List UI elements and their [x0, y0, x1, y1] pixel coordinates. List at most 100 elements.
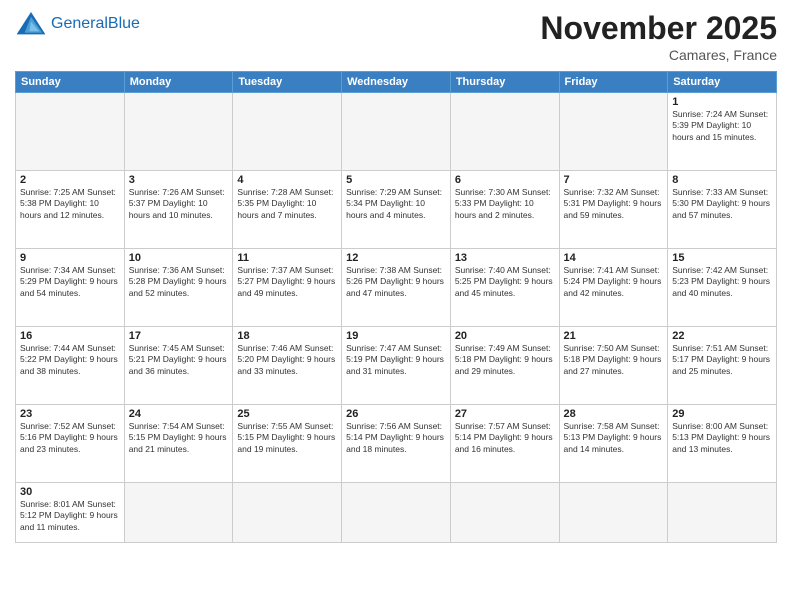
calendar-cell: 17Sunrise: 7:45 AM Sunset: 5:21 PM Dayli… — [124, 327, 233, 405]
calendar-cell: 2Sunrise: 7:25 AM Sunset: 5:38 PM Daylig… — [16, 171, 125, 249]
calendar-cell — [233, 483, 342, 543]
calendar-cell: 3Sunrise: 7:26 AM Sunset: 5:37 PM Daylig… — [124, 171, 233, 249]
calendar-cell: 10Sunrise: 7:36 AM Sunset: 5:28 PM Dayli… — [124, 249, 233, 327]
day-header-monday: Monday — [124, 72, 233, 93]
week-row-5: 23Sunrise: 7:52 AM Sunset: 5:16 PM Dayli… — [16, 405, 777, 483]
logo-icon — [15, 10, 47, 38]
day-number: 16 — [20, 330, 120, 342]
week-row-6: 30Sunrise: 8:01 AM Sunset: 5:12 PM Dayli… — [16, 483, 777, 543]
day-number: 15 — [672, 252, 772, 264]
calendar-cell: 16Sunrise: 7:44 AM Sunset: 5:22 PM Dayli… — [16, 327, 125, 405]
day-info: Sunrise: 7:41 AM Sunset: 5:24 PM Dayligh… — [564, 265, 664, 299]
day-info: Sunrise: 7:51 AM Sunset: 5:17 PM Dayligh… — [672, 343, 772, 377]
calendar-cell — [559, 483, 668, 543]
calendar-cell — [16, 93, 125, 171]
logo-blue: Blue — [108, 15, 140, 32]
logo-text: GeneralBlue — [51, 14, 140, 33]
calendar-cell: 28Sunrise: 7:58 AM Sunset: 5:13 PM Dayli… — [559, 405, 668, 483]
calendar-cell — [233, 93, 342, 171]
day-number: 13 — [455, 252, 555, 264]
calendar-cell: 14Sunrise: 7:41 AM Sunset: 5:24 PM Dayli… — [559, 249, 668, 327]
day-header-saturday: Saturday — [668, 72, 777, 93]
day-number: 23 — [20, 408, 120, 420]
day-number: 12 — [346, 252, 446, 264]
day-info: Sunrise: 7:26 AM Sunset: 5:37 PM Dayligh… — [129, 187, 229, 221]
day-number: 20 — [455, 330, 555, 342]
calendar-cell: 5Sunrise: 7:29 AM Sunset: 5:34 PM Daylig… — [342, 171, 451, 249]
calendar-cell: 12Sunrise: 7:38 AM Sunset: 5:26 PM Dayli… — [342, 249, 451, 327]
day-info: Sunrise: 7:32 AM Sunset: 5:31 PM Dayligh… — [564, 187, 664, 221]
day-number: 22 — [672, 330, 772, 342]
day-number: 30 — [20, 486, 120, 498]
day-info: Sunrise: 7:29 AM Sunset: 5:34 PM Dayligh… — [346, 187, 446, 221]
day-number: 14 — [564, 252, 664, 264]
day-info: Sunrise: 7:45 AM Sunset: 5:21 PM Dayligh… — [129, 343, 229, 377]
day-info: Sunrise: 7:56 AM Sunset: 5:14 PM Dayligh… — [346, 421, 446, 455]
calendar-cell: 21Sunrise: 7:50 AM Sunset: 5:18 PM Dayli… — [559, 327, 668, 405]
day-info: Sunrise: 7:44 AM Sunset: 5:22 PM Dayligh… — [20, 343, 120, 377]
day-info: Sunrise: 7:46 AM Sunset: 5:20 PM Dayligh… — [237, 343, 337, 377]
day-info: Sunrise: 8:01 AM Sunset: 5:12 PM Dayligh… — [20, 499, 120, 533]
calendar-cell: 24Sunrise: 7:54 AM Sunset: 5:15 PM Dayli… — [124, 405, 233, 483]
days-header-row: SundayMondayTuesdayWednesdayThursdayFrid… — [16, 72, 777, 93]
day-number: 26 — [346, 408, 446, 420]
day-info: Sunrise: 8:00 AM Sunset: 5:13 PM Dayligh… — [672, 421, 772, 455]
calendar-cell: 23Sunrise: 7:52 AM Sunset: 5:16 PM Dayli… — [16, 405, 125, 483]
calendar-cell — [342, 483, 451, 543]
day-number: 4 — [237, 174, 337, 186]
day-number: 25 — [237, 408, 337, 420]
day-info: Sunrise: 7:36 AM Sunset: 5:28 PM Dayligh… — [129, 265, 229, 299]
day-number: 8 — [672, 174, 772, 186]
calendar-cell: 26Sunrise: 7:56 AM Sunset: 5:14 PM Dayli… — [342, 405, 451, 483]
day-info: Sunrise: 7:28 AM Sunset: 5:35 PM Dayligh… — [237, 187, 337, 221]
day-info: Sunrise: 7:40 AM Sunset: 5:25 PM Dayligh… — [455, 265, 555, 299]
calendar-cell — [450, 483, 559, 543]
week-row-1: 1Sunrise: 7:24 AM Sunset: 5:39 PM Daylig… — [16, 93, 777, 171]
calendar-cell: 27Sunrise: 7:57 AM Sunset: 5:14 PM Dayli… — [450, 405, 559, 483]
calendar-cell: 4Sunrise: 7:28 AM Sunset: 5:35 PM Daylig… — [233, 171, 342, 249]
logo: GeneralBlue — [15, 10, 140, 38]
day-number: 19 — [346, 330, 446, 342]
calendar-cell: 25Sunrise: 7:55 AM Sunset: 5:15 PM Dayli… — [233, 405, 342, 483]
day-header-tuesday: Tuesday — [233, 72, 342, 93]
calendar-cell: 7Sunrise: 7:32 AM Sunset: 5:31 PM Daylig… — [559, 171, 668, 249]
calendar-cell: 11Sunrise: 7:37 AM Sunset: 5:27 PM Dayli… — [233, 249, 342, 327]
day-header-sunday: Sunday — [16, 72, 125, 93]
day-number: 9 — [20, 252, 120, 264]
calendar: SundayMondayTuesdayWednesdayThursdayFrid… — [15, 71, 777, 543]
calendar-cell: 29Sunrise: 8:00 AM Sunset: 5:13 PM Dayli… — [668, 405, 777, 483]
day-info: Sunrise: 7:25 AM Sunset: 5:38 PM Dayligh… — [20, 187, 120, 221]
week-row-3: 9Sunrise: 7:34 AM Sunset: 5:29 PM Daylig… — [16, 249, 777, 327]
day-header-friday: Friday — [559, 72, 668, 93]
day-number: 3 — [129, 174, 229, 186]
day-number: 18 — [237, 330, 337, 342]
calendar-cell: 8Sunrise: 7:33 AM Sunset: 5:30 PM Daylig… — [668, 171, 777, 249]
day-number: 28 — [564, 408, 664, 420]
month-title: November 2025 — [540, 10, 777, 47]
calendar-cell: 20Sunrise: 7:49 AM Sunset: 5:18 PM Dayli… — [450, 327, 559, 405]
day-number: 1 — [672, 96, 772, 108]
calendar-cell — [450, 93, 559, 171]
day-info: Sunrise: 7:24 AM Sunset: 5:39 PM Dayligh… — [672, 109, 772, 143]
day-info: Sunrise: 7:55 AM Sunset: 5:15 PM Dayligh… — [237, 421, 337, 455]
calendar-cell: 1Sunrise: 7:24 AM Sunset: 5:39 PM Daylig… — [668, 93, 777, 171]
header: GeneralBlue November 2025 Camares, Franc… — [15, 10, 777, 63]
week-row-2: 2Sunrise: 7:25 AM Sunset: 5:38 PM Daylig… — [16, 171, 777, 249]
day-info: Sunrise: 7:58 AM Sunset: 5:13 PM Dayligh… — [564, 421, 664, 455]
day-number: 17 — [129, 330, 229, 342]
calendar-cell: 30Sunrise: 8:01 AM Sunset: 5:12 PM Dayli… — [16, 483, 125, 543]
day-info: Sunrise: 7:38 AM Sunset: 5:26 PM Dayligh… — [346, 265, 446, 299]
calendar-cell — [559, 93, 668, 171]
title-block: November 2025 Camares, France — [540, 10, 777, 63]
day-info: Sunrise: 7:34 AM Sunset: 5:29 PM Dayligh… — [20, 265, 120, 299]
calendar-cell — [668, 483, 777, 543]
day-number: 6 — [455, 174, 555, 186]
calendar-cell: 13Sunrise: 7:40 AM Sunset: 5:25 PM Dayli… — [450, 249, 559, 327]
day-info: Sunrise: 7:50 AM Sunset: 5:18 PM Dayligh… — [564, 343, 664, 377]
calendar-cell: 19Sunrise: 7:47 AM Sunset: 5:19 PM Dayli… — [342, 327, 451, 405]
day-number: 10 — [129, 252, 229, 264]
day-number: 24 — [129, 408, 229, 420]
day-number: 27 — [455, 408, 555, 420]
day-info: Sunrise: 7:42 AM Sunset: 5:23 PM Dayligh… — [672, 265, 772, 299]
day-info: Sunrise: 7:57 AM Sunset: 5:14 PM Dayligh… — [455, 421, 555, 455]
